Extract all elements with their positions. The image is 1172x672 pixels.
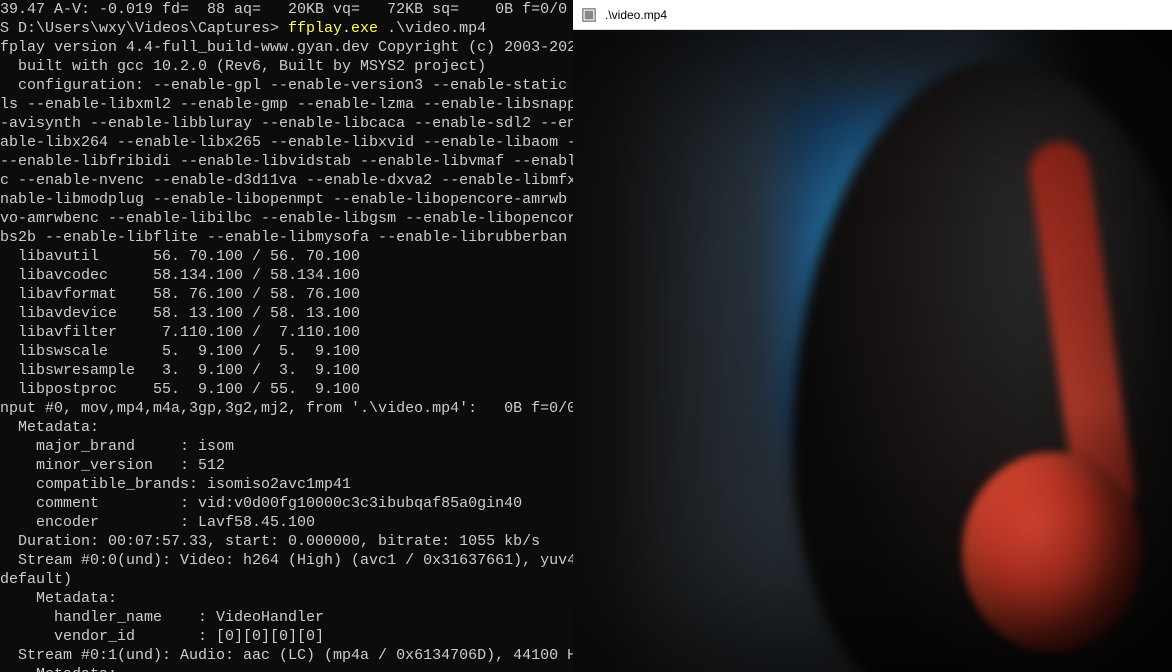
terminal-line: Duration: 00:07:57.33, start: 0.000000, … [0, 532, 573, 551]
terminal-line: libavdevice 58. 13.100 / 58. 13.100 [0, 304, 573, 323]
terminal-line: Metadata: [0, 589, 573, 608]
terminal-line: comment : vid:v0d00fg10000c3c3ibubqaf85a… [0, 494, 573, 513]
terminal-line: handler_name : VideoHandler [0, 608, 573, 627]
terminal-line: encoder : Lavf58.45.100 [0, 513, 573, 532]
video-player-window: .\video.mp4 [573, 0, 1172, 672]
video-app-icon [581, 7, 597, 23]
terminal-line: c --enable-nvenc --enable-d3d11va --enab… [0, 171, 573, 190]
terminal-line: bs2b --enable-libflite --enable-libmysof… [0, 228, 573, 247]
terminal-line: libavcodec 58.134.100 / 58.134.100 [0, 266, 573, 285]
terminal-line: compatible_brands: isomiso2avc1mp41 [0, 475, 573, 494]
terminal-line: 39.47 A-V: -0.019 fd= 88 aq= 20KB vq= 72… [0, 0, 573, 19]
terminal-line: Stream #0:1(und): Audio: aac (LC) (mp4a … [0, 646, 573, 665]
video-titlebar[interactable]: .\video.mp4 [573, 0, 1172, 30]
terminal-line: S D:\Users\wxy\Videos\Captures> ffplay.e… [0, 19, 573, 38]
terminal-line: Metadata: [0, 665, 573, 672]
terminal-line: Stream #0:0(und): Video: h264 (High) (av… [0, 551, 573, 570]
terminal-line: libavformat 58. 76.100 / 58. 76.100 [0, 285, 573, 304]
terminal-output[interactable]: 39.47 A-V: -0.019 fd= 88 aq= 20KB vq= 72… [0, 0, 573, 672]
terminal-line: major_brand : isom [0, 437, 573, 456]
terminal-line: vendor_id : [0][0][0][0] [0, 627, 573, 646]
terminal-line: nable-libmodplug --enable-libopenmpt --e… [0, 190, 573, 209]
video-title-text: .\video.mp4 [605, 8, 667, 22]
terminal-line: libswscale 5. 9.100 / 5. 9.100 [0, 342, 573, 361]
terminal-line: libavfilter 7.110.100 / 7.110.100 [0, 323, 573, 342]
terminal-line: libswresample 3. 9.100 / 3. 9.100 [0, 361, 573, 380]
video-frame[interactable] [573, 30, 1172, 672]
terminal-line: able-libx264 --enable-libx265 --enable-l… [0, 133, 573, 152]
terminal-line: configuration: --enable-gpl --enable-ver… [0, 76, 573, 95]
terminal-line: Metadata: [0, 418, 573, 437]
terminal-line: minor_version : 512 [0, 456, 573, 475]
terminal-line: ls --enable-libxml2 --enable-gmp --enabl… [0, 95, 573, 114]
terminal-line: libavutil 56. 70.100 / 56. 70.100 [0, 247, 573, 266]
terminal-line: built with gcc 10.2.0 (Rev6, Built by MS… [0, 57, 573, 76]
terminal-line: fplay version 4.4-full_build-www.gyan.de… [0, 38, 573, 57]
terminal-line: default) [0, 570, 573, 589]
terminal-line: --enable-libfribidi --enable-libvidstab … [0, 152, 573, 171]
terminal-line: nput #0, mov,mp4,m4a,3gp,3g2,mj2, from '… [0, 399, 573, 418]
command-executable: ffplay.exe [288, 20, 378, 37]
terminal-line: -avisynth --enable-libbluray --enable-li… [0, 114, 573, 133]
terminal-line: vo-amrwbenc --enable-libilbc --enable-li… [0, 209, 573, 228]
terminal-line: libpostproc 55. 9.100 / 55. 9.100 [0, 380, 573, 399]
